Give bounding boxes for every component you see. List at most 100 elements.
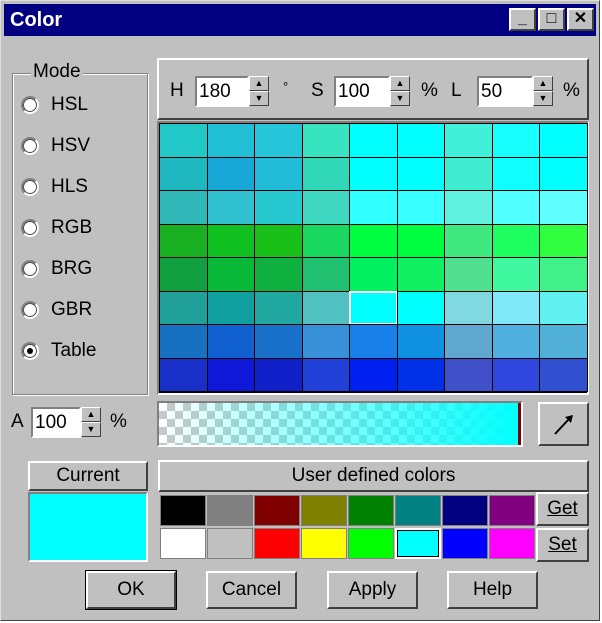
cancel-button[interactable]: Cancel [206,571,297,609]
table-color-cell[interactable] [539,157,588,191]
table-color-cell[interactable] [397,358,445,392]
table-color-cell[interactable] [444,190,493,225]
table-color-cell[interactable] [349,123,398,158]
radio-button[interactable] [21,137,39,155]
table-color-cell[interactable] [207,123,255,158]
table-color-cell[interactable] [207,358,255,392]
radio-button[interactable] [21,342,39,360]
close-button[interactable]: ✕ [567,8,594,31]
user-color-swatch[interactable] [442,528,488,559]
table-color-cell[interactable] [397,257,445,292]
alpha-slider[interactable] [157,401,523,447]
table-color-cell[interactable] [539,324,588,359]
mode-option-gbr[interactable]: GBR [21,295,92,325]
table-color-cell[interactable] [397,157,445,191]
table-color-cell[interactable] [444,123,493,158]
get-color-button[interactable]: Get [536,492,589,526]
set-color-button[interactable]: Set [536,528,589,562]
eyedropper-button[interactable] [538,402,589,446]
table-color-cell[interactable] [492,224,540,258]
table-color-cell[interactable] [302,358,350,392]
table-color-cell[interactable] [302,123,350,158]
mode-option-hsl[interactable]: HSL [21,90,88,120]
title-bar[interactable]: Color _ □ ✕ [4,4,596,36]
table-color-cell[interactable] [444,324,493,359]
mode-option-hsv[interactable]: HSV [21,131,90,161]
table-color-cell[interactable] [492,190,540,225]
table-color-cell[interactable] [254,358,303,392]
table-color-cell[interactable] [302,324,350,359]
user-color-swatch[interactable] [489,528,535,559]
user-color-swatch[interactable] [254,495,300,526]
table-color-cell[interactable] [492,358,540,392]
table-color-cell[interactable] [444,358,493,392]
table-color-cell[interactable] [397,291,445,325]
hue-stepper[interactable]: ▲ ▼ [249,76,269,107]
table-color-cell[interactable] [159,123,208,158]
radio-button[interactable] [21,178,39,196]
radio-button[interactable] [21,260,39,278]
table-color-cell[interactable] [207,190,255,225]
table-color-cell[interactable] [397,324,445,359]
table-color-cell[interactable] [492,291,540,325]
mode-option-hls[interactable]: HLS [21,172,88,202]
color-table-grid[interactable] [157,121,589,395]
table-color-cell[interactable] [349,157,398,191]
minimize-button[interactable]: _ [509,8,536,31]
user-color-swatch[interactable] [442,495,488,526]
alpha-up-arrow-icon[interactable]: ▲ [81,407,101,422]
radio-button[interactable] [21,301,39,319]
user-color-swatch[interactable] [301,495,347,526]
table-color-cell[interactable] [444,291,493,325]
table-color-cell[interactable] [159,224,208,258]
table-color-cell[interactable] [397,123,445,158]
saturation-stepper[interactable]: ▲ ▼ [390,76,410,107]
table-color-cell[interactable] [302,190,350,225]
lightness-stepper[interactable]: ▲ ▼ [533,76,553,107]
table-color-cell[interactable] [159,257,208,292]
saturation-up-arrow-icon[interactable]: ▲ [390,76,410,91]
table-color-cell[interactable] [349,291,398,325]
table-color-cell[interactable] [254,123,303,158]
table-color-cell[interactable] [159,291,208,325]
mode-option-brg[interactable]: BRG [21,254,92,284]
table-color-cell[interactable] [254,324,303,359]
table-color-cell[interactable] [207,157,255,191]
hue-up-arrow-icon[interactable]: ▲ [249,76,269,91]
table-color-cell[interactable] [539,291,588,325]
table-color-cell[interactable] [492,123,540,158]
table-color-cell[interactable] [254,291,303,325]
table-color-cell[interactable] [397,190,445,225]
table-color-cell[interactable] [349,324,398,359]
table-color-cell[interactable] [302,224,350,258]
table-color-cell[interactable] [539,224,588,258]
lightness-up-arrow-icon[interactable]: ▲ [533,76,553,91]
alpha-slider-thumb[interactable] [518,403,521,445]
table-color-cell[interactable] [254,224,303,258]
table-color-cell[interactable] [397,224,445,258]
table-color-cell[interactable] [539,190,588,225]
table-color-cell[interactable] [492,324,540,359]
user-color-swatch[interactable] [348,495,394,526]
mode-option-table[interactable]: Table [21,336,96,366]
table-color-cell[interactable] [207,257,255,292]
lightness-down-arrow-icon[interactable]: ▼ [533,91,553,106]
user-color-swatch[interactable] [395,495,441,526]
hue-down-arrow-icon[interactable]: ▼ [249,91,269,106]
lightness-field[interactable]: 50 [477,76,533,107]
radio-button[interactable] [21,219,39,237]
user-color-swatch[interactable] [489,495,535,526]
table-color-cell[interactable] [302,157,350,191]
user-color-swatch[interactable] [207,495,253,526]
table-color-cell[interactable] [159,190,208,225]
table-color-cell[interactable] [254,190,303,225]
alpha-field[interactable]: 100 [31,407,81,438]
hue-field[interactable]: 180 [195,76,249,107]
mode-option-rgb[interactable]: RGB [21,213,92,243]
table-color-cell[interactable] [302,257,350,292]
table-color-cell[interactable] [539,257,588,292]
table-color-cell[interactable] [302,291,350,325]
alpha-down-arrow-icon[interactable]: ▼ [81,422,101,437]
alpha-stepper[interactable]: ▲ ▼ [81,407,101,438]
table-color-cell[interactable] [492,257,540,292]
